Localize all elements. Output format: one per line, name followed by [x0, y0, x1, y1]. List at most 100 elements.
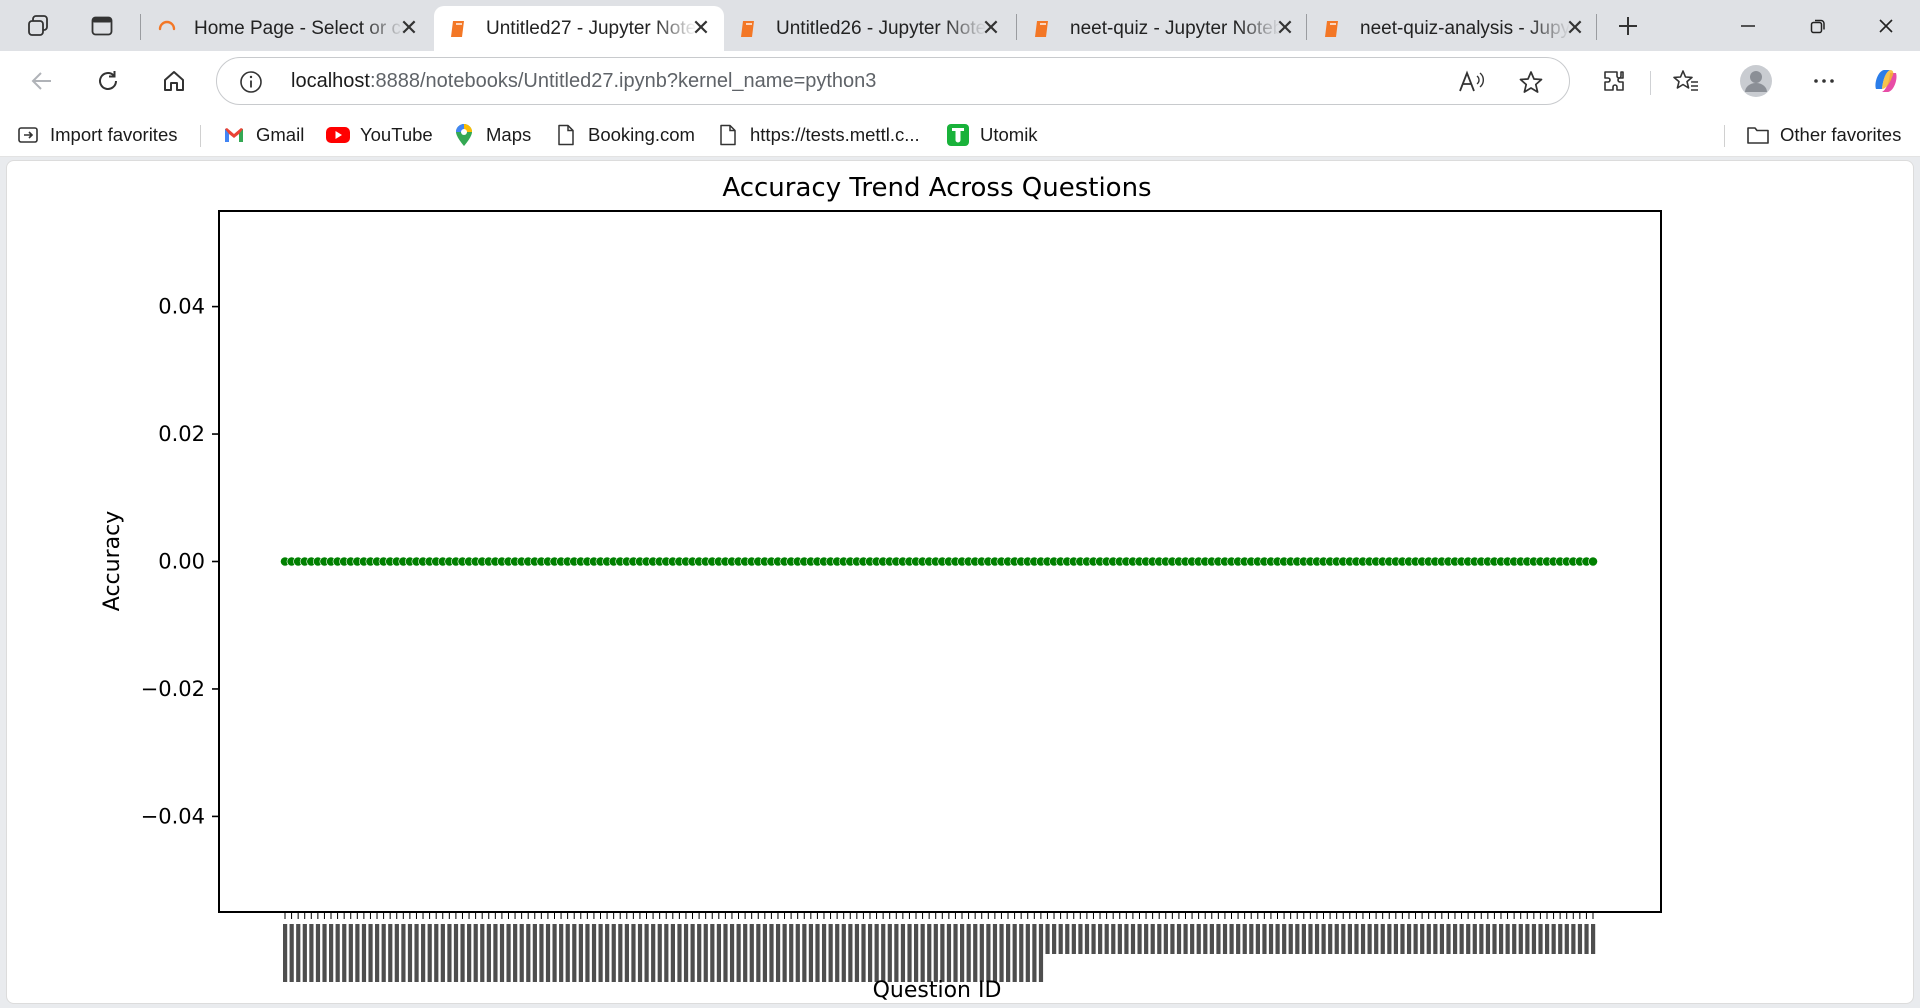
workspaces-icon[interactable] [22, 10, 54, 42]
tab-untitled26[interactable]: Untitled26 - Jupyter Notebook ✕ [724, 6, 1014, 51]
x-tick-label-illegible [1117, 924, 1122, 954]
back-icon[interactable] [22, 61, 62, 101]
x-tick-label-illegible [1433, 924, 1438, 954]
x-tick-label-illegible [1360, 924, 1366, 954]
restore-icon[interactable] [1790, 4, 1846, 48]
favorites-bar: Import favorites Gmail YouTube Maps Book… [0, 113, 1920, 157]
favorite-gmail[interactable]: Gmail [222, 121, 304, 149]
minimize-icon[interactable] [1720, 4, 1776, 48]
x-tick-label-illegible [440, 924, 445, 982]
x-tick-label-illegible [1137, 924, 1142, 954]
x-tick-label-illegible [499, 924, 505, 982]
x-tick-label-illegible [841, 924, 846, 982]
accuracy-chart: Accuracy Trend Across Questions 0.04 0.02… [100, 173, 1662, 1003]
copilot-icon[interactable] [1866, 61, 1906, 101]
x-tick-label-illegible [1163, 924, 1168, 954]
tab-untitled27[interactable]: Untitled27 - Jupyter Notebook ✕ [434, 6, 724, 51]
close-tab-icon[interactable]: ✕ [398, 17, 420, 39]
address-bar[interactable]: localhost:8888/notebooks/Untitled27.ipyn… [216, 57, 1570, 105]
x-tick-label-illegible [1439, 924, 1445, 954]
x-tick-label-illegible [1229, 924, 1234, 954]
close-tab-icon[interactable]: ✕ [690, 17, 712, 39]
x-tick-label-illegible [578, 924, 583, 982]
x-tick-label-illegible [1078, 924, 1083, 954]
x-tick-label-illegible [1459, 924, 1464, 954]
more-menu-icon[interactable] [1804, 61, 1844, 101]
import-favorites-button[interactable]: Import favorites [16, 121, 178, 149]
x-tick-label-illegible [355, 924, 360, 982]
tab-neet-quiz[interactable]: neet-quiz - Jupyter Notebook ✕ [1018, 6, 1308, 51]
profile-avatar[interactable] [1736, 61, 1776, 101]
tab-separator [1596, 14, 1597, 40]
vertical-tabs-icon[interactable] [86, 10, 118, 42]
tab-home-page[interactable]: Home Page - Select or create a notebook … [142, 6, 432, 51]
x-tick-label-illegible [966, 924, 971, 982]
x-tick-label-illegible [467, 924, 472, 982]
favorite-youtube[interactable]: YouTube [326, 121, 433, 149]
x-tick-label-illegible [1413, 924, 1418, 954]
extensions-icon[interactable] [1594, 61, 1634, 101]
x-tick-label-illegible [1052, 924, 1057, 954]
site-info-icon[interactable] [239, 70, 263, 94]
x-tick-label-illegible [1446, 924, 1451, 954]
x-tick-label-illegible [802, 924, 807, 982]
x-tick-label-illegible [309, 924, 314, 982]
x-tick-label-illegible [388, 924, 393, 982]
tab-title: neet-quiz - Jupyter Notebook [1070, 17, 1280, 39]
close-tab-icon[interactable]: ✕ [980, 17, 1002, 39]
tab-separator [1306, 14, 1307, 40]
x-tick-label-illegible [401, 924, 406, 982]
x-tick-label-illegible [1374, 924, 1379, 954]
favorite-booking[interactable]: Booking.com [554, 121, 695, 149]
read-aloud-icon[interactable] [1455, 66, 1487, 98]
scatter-series [280, 556, 1598, 567]
close-window-icon[interactable] [1858, 4, 1914, 48]
x-tick-label-illegible [1406, 924, 1412, 954]
other-favorites-button[interactable]: Other favorites [1746, 121, 1901, 149]
jupyter-notebook-icon [1035, 20, 1048, 37]
y-tick-label: 0.04 [158, 295, 205, 319]
favorite-utomik[interactable]: Utomik [946, 121, 1038, 149]
refresh-icon[interactable] [88, 61, 128, 101]
x-tick-label-illegible [940, 924, 945, 982]
add-favorite-star-icon[interactable] [1515, 66, 1547, 98]
favorite-mettl[interactable]: https://tests.mettl.c... [716, 121, 920, 149]
close-tab-icon[interactable]: ✕ [1564, 17, 1586, 39]
x-tick-label-illegible [1341, 924, 1346, 954]
x-tick-label-illegible [1452, 924, 1458, 954]
new-tab-icon[interactable] [1612, 10, 1644, 42]
favorites-icon[interactable] [1666, 61, 1706, 101]
url-text[interactable]: localhost:8888/notebooks/Untitled27.ipyn… [291, 70, 876, 93]
x-tick-label-illegible [1222, 924, 1228, 954]
x-tick-label-illegible [559, 924, 564, 982]
x-tick-label-illegible [1479, 924, 1484, 954]
x-tick-label-illegible [762, 924, 768, 982]
x-tick-label-illegible [315, 924, 321, 982]
x-tick-label-illegible [1564, 924, 1569, 954]
x-tick-label-illegible [1045, 924, 1050, 954]
x-tick-label-illegible [1058, 924, 1063, 954]
x-tick-label-illegible [532, 924, 537, 982]
import-favorites-icon [16, 123, 40, 147]
x-tick-label-illegible [1006, 924, 1011, 982]
x-tick-label-illegible [900, 924, 906, 982]
x-tick-label-illegible [526, 924, 531, 982]
x-tick-label-illegible [1190, 924, 1195, 954]
y-axis: 0.04 0.02 0.00 −0.02 −0.04 [141, 295, 219, 828]
jupyter-notebook-icon [451, 20, 464, 37]
x-tick-label-illegible [1196, 924, 1201, 954]
close-tab-icon[interactable]: ✕ [1274, 17, 1296, 39]
favorite-maps[interactable]: Maps [452, 121, 531, 149]
y-tick-label: 0.02 [158, 422, 205, 446]
x-tick-label-illegible [434, 924, 439, 982]
x-tick-label-illegible [1071, 924, 1076, 954]
home-icon[interactable] [154, 61, 194, 101]
x-tick-label-illegible [1301, 924, 1306, 954]
x-tick-label-illegible [322, 924, 327, 982]
tab-strip: Home Page - Select or create a notebook … [0, 0, 1920, 51]
x-tick-label-illegible [486, 924, 491, 982]
tab-neet-quiz-analysis[interactable]: neet-quiz-analysis - Jupyter Notebook ✕ [1308, 6, 1598, 51]
x-tick-label-illegible [729, 924, 735, 982]
y-tick-label: −0.04 [141, 804, 205, 828]
x-tick-label-illegible [1367, 924, 1372, 954]
